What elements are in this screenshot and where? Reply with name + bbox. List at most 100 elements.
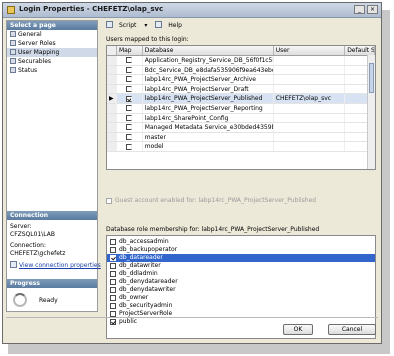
role-item[interactable]: db_ddladmin (107, 270, 375, 278)
close-icon[interactable]: × (367, 5, 378, 14)
cancel-button[interactable]: Cancel (328, 324, 376, 335)
page-item-server-roles[interactable]: Server Roles (7, 39, 97, 48)
table-row[interactable]: model (107, 142, 375, 152)
grid-header: Map Database User Default Schema (107, 46, 375, 56)
map-checkbox[interactable] (126, 134, 133, 141)
server-label: Server: (10, 223, 32, 230)
table-row[interactable]: labp14rc_PWA_ProjectServer_Draft (107, 84, 375, 95)
row-header[interactable] (107, 56, 117, 65)
row-header-corner (107, 46, 117, 55)
row-header[interactable] (107, 132, 117, 142)
role-item[interactable]: db_datawriter (107, 262, 375, 270)
minimize-icon[interactable]: _ (354, 5, 365, 14)
row-header[interactable] (107, 142, 117, 151)
map-checkbox[interactable] (126, 86, 133, 93)
role-item[interactable]: db_denydatawriter (107, 286, 375, 294)
view-connection-properties-link[interactable]: View connection properties (7, 261, 101, 270)
help-button[interactable]: Help (155, 21, 188, 29)
user-cell[interactable] (274, 113, 346, 123)
page-item-general[interactable]: General (7, 30, 97, 39)
page-item-user-mapping[interactable]: User Mapping (7, 48, 97, 57)
role-name: db_backupoperator (119, 246, 178, 253)
map-checkbox[interactable] (126, 114, 133, 121)
table-row[interactable]: Application_Registry_Service_DB_56f0f1c5… (107, 56, 375, 66)
page-item-label: User Mapping (18, 49, 60, 56)
role-item[interactable]: db_accessadmin (107, 238, 375, 246)
guest-account-option[interactable]: Guest account enabled for: labp14rc_PWA_… (106, 197, 316, 204)
user-cell[interactable] (274, 123, 346, 132)
column-header-default-schema[interactable]: Default Schema (345, 46, 375, 55)
role-item[interactable]: db_datareader (107, 254, 375, 262)
role-item[interactable]: db_owner (107, 294, 375, 302)
role-checkbox[interactable] (110, 319, 116, 325)
map-cell (117, 113, 143, 123)
database-cell: labp14rc_PWA_ProjectServer_Draft (143, 84, 274, 94)
ok-button[interactable]: OK (283, 324, 313, 335)
role-name: db_datareader (119, 254, 163, 261)
user-cell[interactable] (274, 75, 346, 84)
map-cell (117, 132, 143, 142)
role-item[interactable]: db_denydatareader (107, 278, 375, 286)
user-cell[interactable] (274, 132, 346, 142)
grid-scrollbar[interactable] (367, 55, 375, 169)
row-header[interactable] (107, 113, 117, 123)
progress-status: Ready (39, 297, 58, 304)
role-checkbox[interactable] (110, 303, 116, 309)
table-row[interactable]: Bdc_Service_DB_e8dafa535906f9ea643ebd8..… (107, 65, 375, 76)
map-checkbox[interactable] (126, 95, 133, 102)
role-checkbox[interactable] (110, 263, 116, 269)
row-header[interactable] (107, 103, 117, 113)
row-header[interactable]: ▶ (107, 94, 117, 103)
page-item-securables[interactable]: Securables (7, 57, 97, 66)
role-checkbox[interactable] (110, 255, 116, 261)
role-checkbox[interactable] (110, 295, 116, 301)
table-row[interactable]: ▶ labp14rc_PWA_ProjectServer_Published CHE… (107, 94, 375, 104)
table-row[interactable]: labp14rc_PWA_ProjectServer_Reporting (107, 103, 375, 114)
title-bar[interactable]: Login Properties - CHEFETZ\olap_svc _ × (3, 3, 381, 18)
role-checkbox[interactable] (110, 287, 116, 293)
map-checkbox[interactable] (126, 66, 133, 73)
page-item-status[interactable]: Status (7, 66, 97, 75)
progress-header: Progress (7, 279, 97, 288)
view-connection-properties-text[interactable]: View connection properties (19, 262, 101, 269)
map-checkbox[interactable] (126, 105, 133, 112)
column-header-database[interactable]: Database (143, 46, 274, 55)
map-checkbox[interactable] (126, 124, 133, 131)
page-item-label: Server Roles (18, 40, 56, 47)
role-item[interactable]: db_securityadmin (107, 302, 375, 310)
role-checkbox[interactable] (110, 239, 116, 245)
column-header-map[interactable]: Map (117, 46, 143, 55)
table-row[interactable]: Managed Metadata Service_e30bded4359b402… (107, 123, 375, 133)
user-cell[interactable]: CHEFETZ\olap_svc (274, 94, 346, 103)
user-cell[interactable] (274, 56, 346, 65)
script-icon (106, 21, 113, 28)
server-value: CFZSQL01\LAB (10, 231, 55, 238)
table-row[interactable]: master (107, 132, 375, 143)
map-checkbox[interactable] (126, 57, 133, 64)
scrollbar-thumb[interactable] (369, 63, 374, 93)
role-checkbox[interactable] (110, 279, 116, 285)
login-properties-dialog: Login Properties - CHEFETZ\olap_svc _ × … (2, 2, 382, 344)
progress-section: Progress Ready (7, 279, 97, 307)
map-cell (117, 56, 143, 65)
row-header[interactable] (107, 123, 117, 132)
row-header[interactable] (107, 75, 117, 84)
user-cell[interactable] (274, 103, 346, 113)
user-cell[interactable] (274, 142, 346, 151)
column-header-user[interactable]: User (274, 46, 346, 55)
role-checkbox[interactable] (110, 271, 116, 277)
guest-account-checkbox[interactable] (106, 197, 112, 204)
table-row[interactable]: labp14rc_PWA_ProjectServer_Archive (107, 75, 375, 85)
row-header[interactable] (107, 84, 117, 94)
user-cell[interactable] (274, 65, 346, 75)
map-checkbox[interactable] (126, 143, 133, 150)
table-row[interactable]: labp14rc_SharePoint_Config (107, 113, 375, 124)
map-checkbox[interactable] (126, 76, 133, 83)
page-list: General Server Roles User Mapping Securable… (7, 30, 97, 75)
role-name: public (119, 318, 138, 325)
role-item[interactable]: db_backupoperator (107, 246, 375, 254)
script-button[interactable]: Script ▾ (106, 21, 147, 29)
user-cell[interactable] (274, 84, 346, 94)
row-header[interactable] (107, 65, 117, 75)
role-checkbox[interactable] (110, 247, 116, 253)
